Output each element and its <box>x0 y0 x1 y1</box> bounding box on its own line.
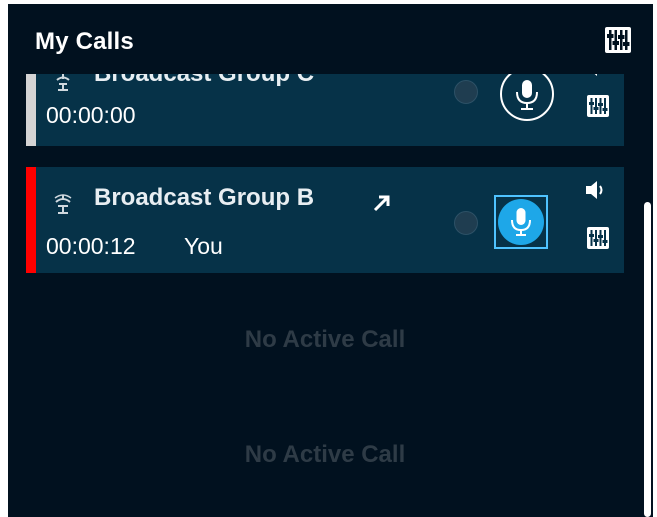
call-name: Broadcast Group B <box>94 184 315 211</box>
mixer-sliders-icon[interactable] <box>586 94 610 118</box>
redirect-arrow-icon[interactable] <box>372 193 392 213</box>
empty-call-slot: No Active Call <box>244 441 406 468</box>
current-speaker: You <box>184 233 223 259</box>
empty-call-slot: No Active Call <box>244 326 406 353</box>
broadcast-group-icon <box>53 193 73 214</box>
mic-focus-frame <box>494 195 548 249</box>
call-status-indicator <box>454 211 478 235</box>
speaker-icon[interactable] <box>584 179 608 201</box>
push-to-talk-button[interactable] <box>498 74 556 123</box>
call-accent-bar <box>26 167 36 273</box>
call-name: Broadcast Group C <box>94 74 314 88</box>
my-calls-panel: My Calls Broadcast Gr <box>8 4 653 517</box>
panel-title: My Calls <box>35 28 134 55</box>
call-list[interactable]: Broadcast Group C 00:00:00 <box>8 74 653 517</box>
speaker-icon[interactable] <box>584 74 608 78</box>
list-scrollbar[interactable] <box>644 202 651 517</box>
call-card[interactable]: Broadcast Group B 00:00:12 You <box>26 167 624 273</box>
mixer-settings-icon[interactable] <box>604 26 632 54</box>
panel-header: My Calls <box>8 4 653 74</box>
broadcast-group-icon <box>53 74 73 92</box>
mixer-sliders-icon[interactable] <box>586 226 610 250</box>
call-status-indicator <box>454 80 478 104</box>
call-card[interactable]: Broadcast Group C 00:00:00 <box>26 74 624 146</box>
push-to-talk-button[interactable] <box>494 195 552 253</box>
call-duration: 00:00:12 <box>46 233 136 259</box>
call-accent-bar <box>26 74 36 146</box>
mic-icon <box>500 74 554 121</box>
call-duration: 00:00:00 <box>46 102 136 128</box>
